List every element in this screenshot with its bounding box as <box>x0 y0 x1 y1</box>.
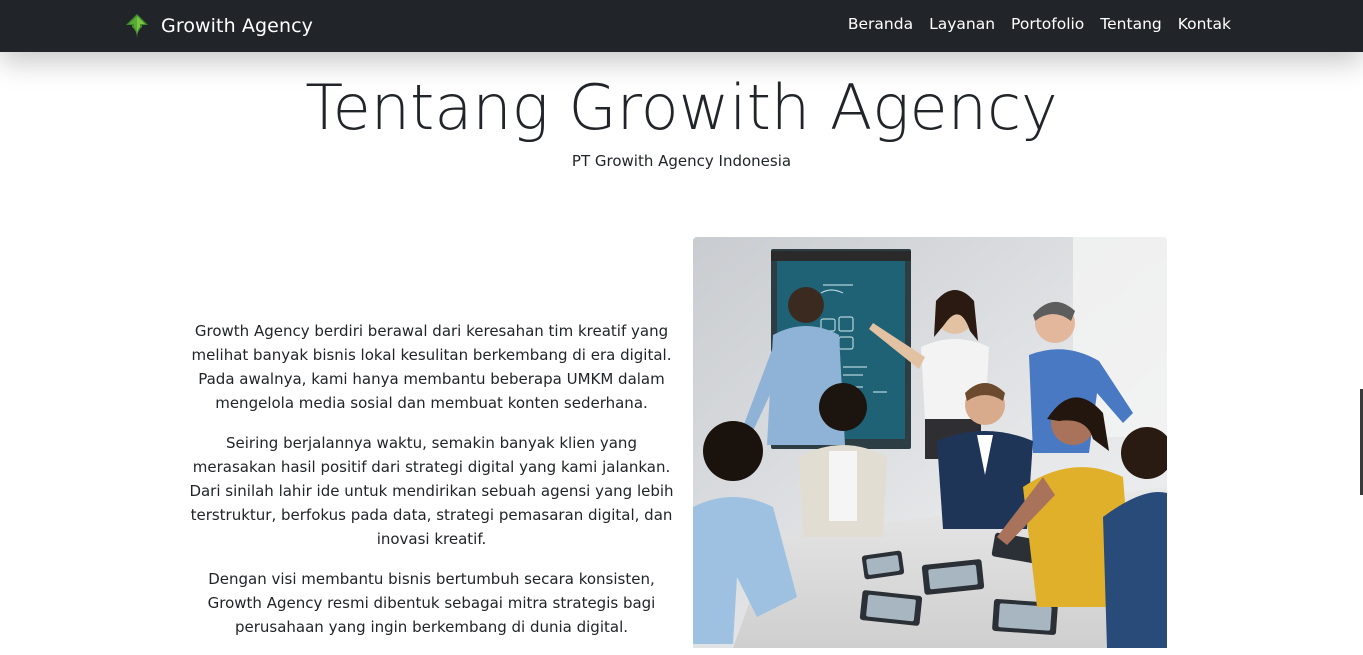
about-text: Growth Agency berdiri berawal dari keres… <box>189 319 674 655</box>
nav-links: Beranda Layanan Portofolio Tentang Konta… <box>848 15 1231 33</box>
page-title: Tentang Growith Agency <box>305 71 1058 144</box>
nav-link-beranda[interactable]: Beranda <box>848 15 913 33</box>
team-meeting-illustration <box>693 237 1167 648</box>
nav-link-layanan[interactable]: Layanan <box>929 15 995 33</box>
nav-link-portofolio[interactable]: Portofolio <box>1011 15 1084 33</box>
nav-link-tentang[interactable]: Tentang <box>1100 15 1161 33</box>
team-meeting-photo <box>693 237 1167 648</box>
brand-name: Growith Agency <box>161 15 313 37</box>
leaf-arrow-logo-icon <box>126 14 148 38</box>
nav-link-kontak[interactable]: Kontak <box>1178 15 1231 33</box>
brand-link[interactable]: Growith Agency <box>124 10 313 42</box>
about-paragraph-3: Dengan visi membantu bisnis bertumbuh se… <box>207 570 656 636</box>
navbar: Growith Agency Beranda Layanan Portofoli… <box>0 0 1363 52</box>
about-paragraph-2: Seiring berjalannya waktu, semakin banya… <box>189 434 674 548</box>
about-paragraph-1: Growth Agency berdiri berawal dari keres… <box>191 322 672 412</box>
page-subtitle: PT Growith Agency Indonesia <box>571 152 792 170</box>
